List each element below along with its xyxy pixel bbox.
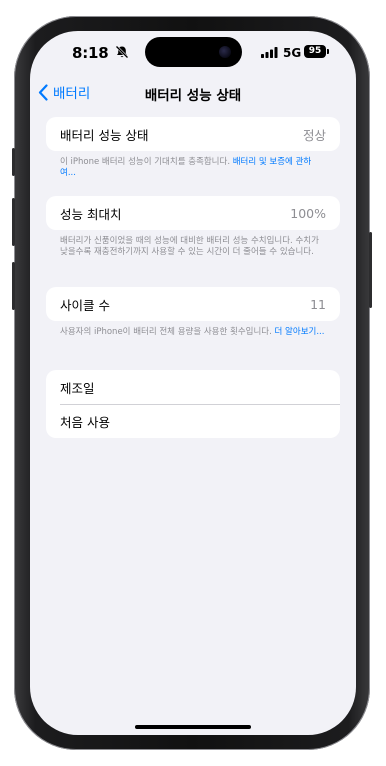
max-capacity-row: 성능 최대치 100%	[46, 196, 340, 230]
max-capacity-footer: 배터리가 신품이었을 때의 성능에 대비한 배터리 성능 수치입니다. 수치가 …	[46, 230, 340, 279]
cycle-count-group: 사이클 수 11	[46, 287, 340, 321]
cycle-count-footer: 사용자의 iPhone이 배터리 전체 용량을 사용한 횟수입니다. 더 알아보…	[46, 321, 340, 358]
page-title: 배터리 성능 상태	[144, 88, 242, 104]
manufacture-date-row: 제조일	[46, 370, 340, 404]
first-use-label: 처음 사용	[60, 414, 110, 430]
battery-health-value: 정상	[302, 127, 326, 143]
battery-health-footer: 이 iPhone 배터리 성능이 기대치를 충족합니다. 배터리 및 보증에 관…	[46, 151, 340, 188]
front-camera	[219, 46, 231, 58]
status-bar: 8:18 5G 95	[30, 31, 356, 75]
battery-health-label: 배터리 성능 상태	[60, 127, 149, 143]
volume-up-button	[12, 198, 15, 246]
cycle-count-row: 사이클 수 11	[46, 287, 340, 321]
battery-health-row: 배터리 성능 상태 정상	[46, 117, 340, 151]
power-button	[369, 232, 372, 308]
battery-icon: 95	[304, 45, 329, 58]
volume-down-button	[12, 262, 15, 310]
action-button	[12, 148, 15, 176]
first-use-row: 처음 사용	[46, 404, 340, 438]
battery-health-group: 배터리 성능 상태 정상	[46, 117, 340, 151]
learn-more-link[interactable]: 더 알아보기...	[275, 327, 325, 337]
signal-icon	[261, 47, 278, 58]
cycle-count-label: 사이클 수	[60, 297, 110, 313]
bell-slash-icon	[115, 45, 129, 59]
max-capacity-value: 100%	[290, 205, 326, 221]
network-type: 5G	[283, 46, 302, 60]
cycle-count-footer-text: 사용자의 iPhone이 배터리 전체 용량을 사용한 횟수입니다.	[60, 327, 275, 337]
cycle-count-value: 11	[310, 296, 326, 312]
manufacture-date-label: 제조일	[60, 380, 95, 396]
navigation-bar: 배터리 배터리 성능 상태	[30, 75, 356, 109]
max-capacity-footer-text: 배터리가 신품이었을 때의 성능에 대비한 배터리 성능 수치입니다. 수치가 …	[60, 236, 319, 257]
settings-content: 배터리 성능 상태 정상 이 iPhone 배터리 성능이 기대치를 충족합니다…	[46, 117, 340, 438]
battery-health-footer-text: 이 iPhone 배터리 성능이 기대치를 충족합니다.	[60, 157, 233, 167]
max-capacity-label: 성능 최대치	[60, 206, 122, 222]
home-indicator[interactable]	[135, 725, 251, 729]
dynamic-island	[145, 37, 242, 67]
status-time: 8:18	[72, 44, 109, 62]
screen: 8:18 5G 95 배터리 배터리 성능 상태 배터리 성능 상태 정상 이 …	[30, 31, 356, 735]
battery-info-group: 제조일 처음 사용	[46, 370, 340, 438]
max-capacity-group: 성능 최대치 100%	[46, 196, 340, 230]
